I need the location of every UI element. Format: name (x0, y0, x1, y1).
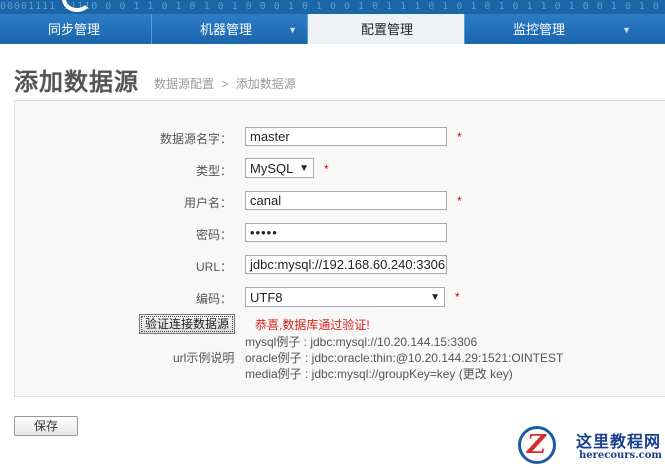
nav-item-label: 同步管理 (48, 22, 101, 37)
chevron-down-icon: ▼ (288, 25, 297, 35)
url-example-label: url示例说明 (173, 351, 235, 365)
watermark-url: herecours.com (579, 450, 663, 461)
nav-item-sync[interactable]: 同步管理 (0, 14, 152, 44)
nav-item-monitor[interactable]: 监控管理 ▼ (465, 14, 665, 44)
watermark: Z 这里教程网 herecours.com (516, 424, 665, 468)
password-input[interactable]: ••••• (245, 223, 447, 242)
nav-item-machine[interactable]: 机器管理 ▼ (152, 14, 308, 44)
chevron-down-icon: ▼ (430, 292, 440, 303)
username-input[interactable]: canal (245, 191, 447, 210)
password-label: 密码： (195, 228, 232, 242)
verify-success-message: 恭喜,数据库通过验证! (255, 318, 370, 332)
breadcrumb-item[interactable]: 数据源配置 (154, 77, 214, 91)
header-binary-pattern: 00001111 11110 0 0 1 1 0 1 0 1 0 1 0 0 0… (0, 1, 665, 12)
breadcrumb: 数据源配置 > 添加数据源 (154, 75, 300, 92)
nav-item-config[interactable]: 配置管理 (308, 14, 465, 44)
breadcrumb-separator: > (221, 77, 229, 91)
url-label: URL： (195, 260, 232, 274)
required-mark: * (455, 290, 460, 304)
watermark-title: 这里教程网 (576, 432, 662, 451)
save-button[interactable]: 保存 (14, 416, 78, 436)
verify-connection-button[interactable]: 验证连接数据源 (139, 314, 235, 334)
nav-item-label: 机器管理 (200, 22, 253, 37)
encoding-select-value: UTF8 (250, 290, 283, 305)
breadcrumb-item: 添加数据源 (235, 77, 296, 91)
name-label: 数据源名字： (159, 132, 232, 146)
chevron-down-icon: ▼ (299, 163, 309, 174)
url-example-mysql: mysql例子 : jdbc:mysql://10.20.144.15:3306 (245, 335, 478, 349)
url-input[interactable]: jdbc:mysql://192.168.60.240:3306 (245, 255, 447, 274)
required-mark: * (457, 194, 462, 208)
required-mark: * (324, 162, 329, 176)
chevron-down-icon: ▼ (622, 25, 631, 35)
url-example-oracle: oracle例子 : jdbc:oracle:thin:@10.20.144.2… (245, 351, 564, 365)
encoding-label: 编码： (195, 292, 232, 306)
url-example-media: media例子 : jdbc:mysql://groupKey=key (更改 … (245, 367, 513, 381)
header-banner: 00001111 11110 0 0 1 1 0 1 0 1 0 1 0 0 0… (0, 0, 665, 14)
nav-item-label: 监控管理 (513, 22, 566, 37)
type-select-value: MySQL (250, 161, 294, 176)
name-input[interactable]: master (245, 127, 447, 146)
main-nav: 同步管理 机器管理 ▼ 配置管理 监控管理 ▼ (0, 14, 665, 44)
type-label: 类型： (195, 164, 232, 178)
user-label: 用户名： (183, 196, 232, 210)
encoding-select[interactable]: UTF8 ▼ (245, 287, 445, 307)
page-title: 添加数据源 (14, 68, 139, 96)
nav-item-label: 配置管理 (361, 22, 414, 37)
watermark-logo-letter: Z (527, 430, 546, 460)
type-select[interactable]: MySQL ▼ (245, 158, 314, 178)
required-mark: * (457, 130, 462, 144)
